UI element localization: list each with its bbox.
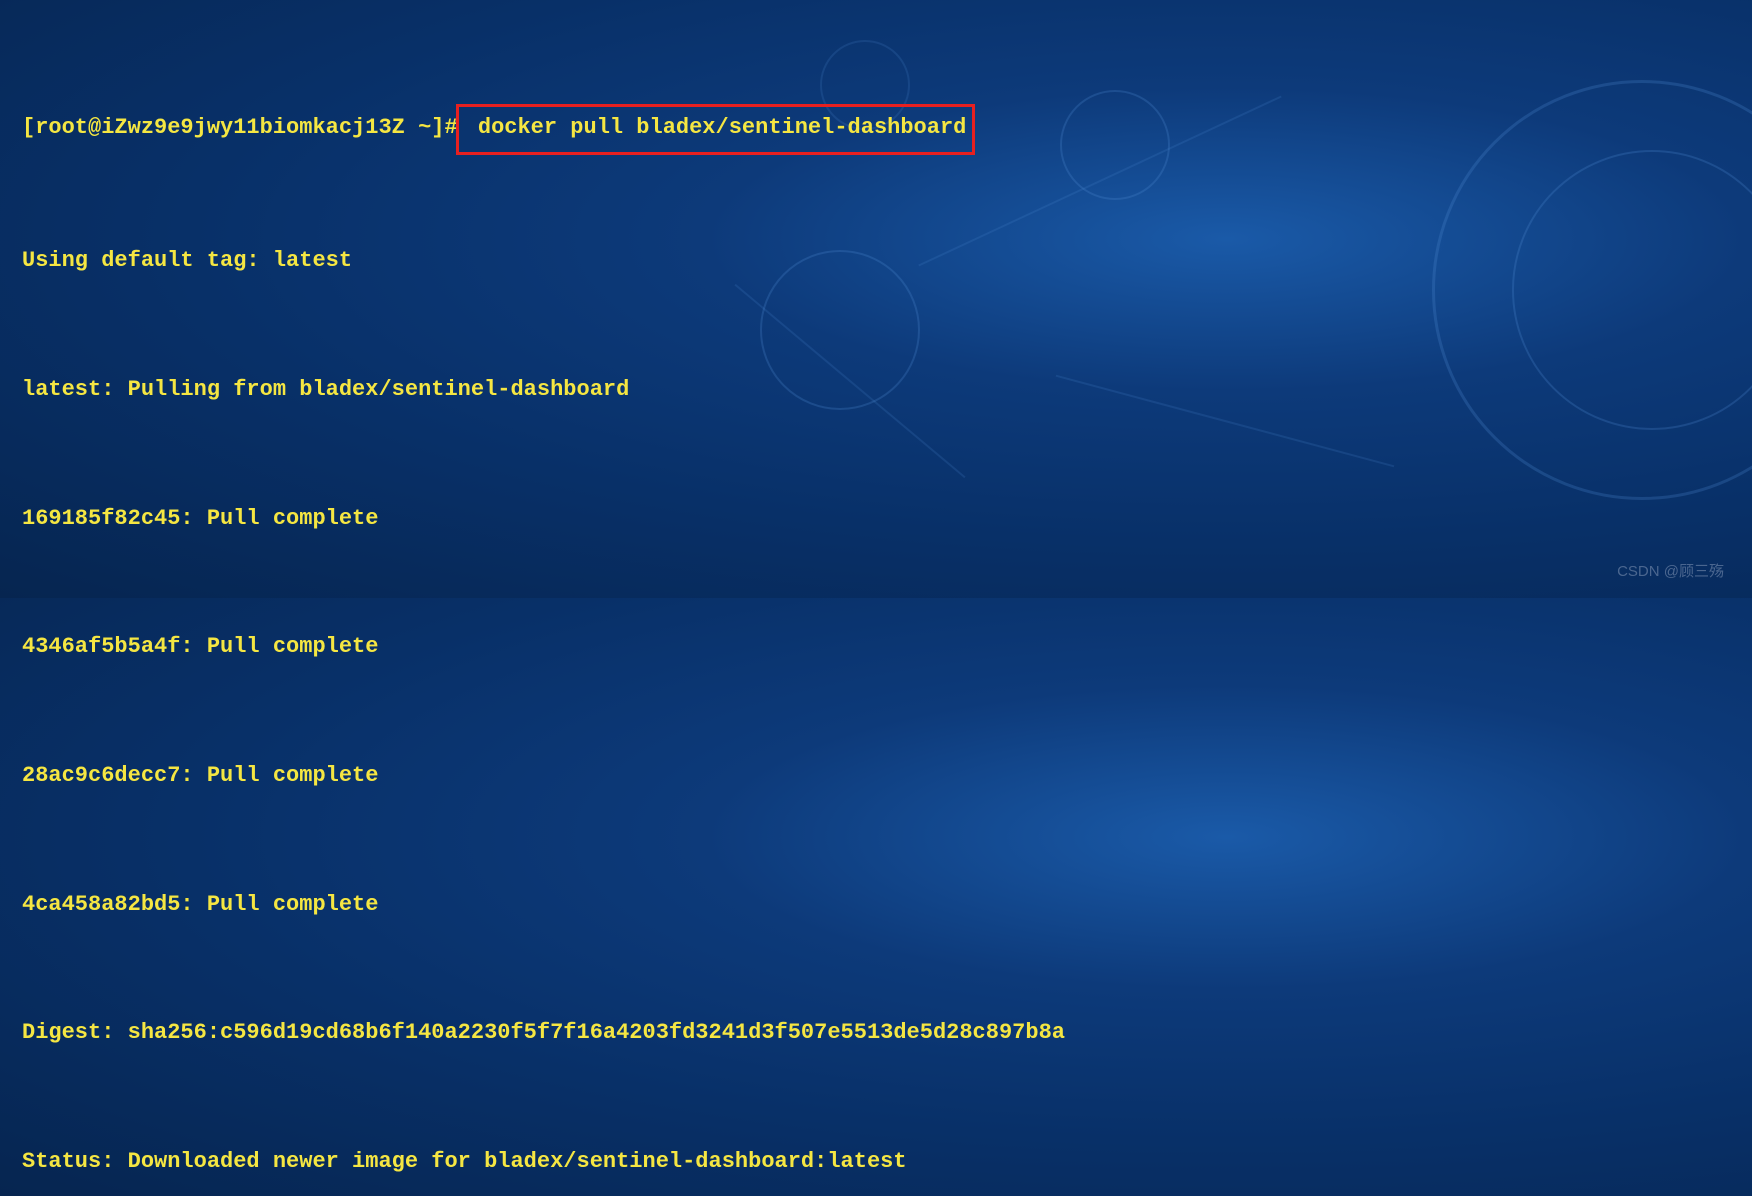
output-line: 4ca458a82bd5: Pull complete (22, 884, 1730, 927)
output-line: Status: Downloaded newer image for blade… (22, 1141, 1730, 1184)
output-line: 169185f82c45: Pull complete (22, 498, 1730, 541)
output-line: 28ac9c6decc7: Pull complete (22, 755, 1730, 798)
shell-prompt: [root@iZwz9e9jwy11biomkacj13Z ~]# (22, 115, 458, 140)
output-line: latest: Pulling from bladex/sentinel-das… (22, 369, 1730, 412)
output-line: Using default tag: latest (22, 240, 1730, 283)
command-highlight: docker pull bladex/sentinel-dashboard (456, 104, 976, 155)
docker-pull-command: docker pull bladex/sentinel-dashboard (465, 115, 967, 140)
watermark-text: CSDN @顾三殇 (1617, 557, 1724, 586)
output-line: Digest: sha256:c596d19cd68b6f140a2230f5f… (22, 1012, 1730, 1055)
output-line: 4346af5b5a4f: Pull complete (22, 626, 1730, 669)
command-line[interactable]: [root@iZwz9e9jwy11biomkacj13Z ~]# docker… (22, 104, 1730, 155)
terminal-output: [root@iZwz9e9jwy11biomkacj13Z ~]# docker… (22, 18, 1730, 1196)
